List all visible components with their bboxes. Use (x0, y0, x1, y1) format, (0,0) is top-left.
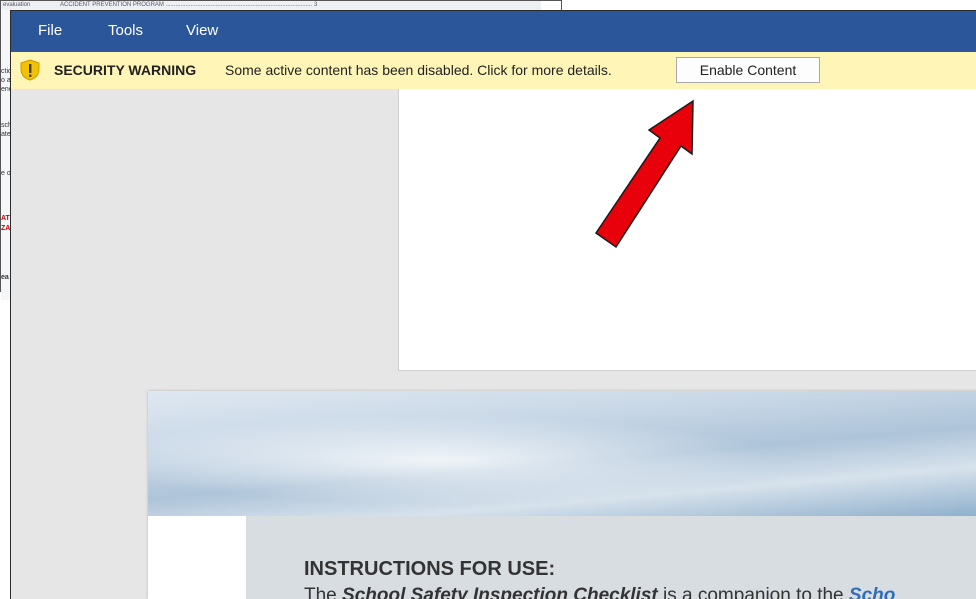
instructions-panel: INSTRUCTIONS FOR USE: The School Safety … (246, 516, 976, 599)
document-page-1 (398, 89, 976, 371)
background-toc-text: ACCIDENT PREVENTION PROGRAM ............… (60, 2, 318, 8)
body-emphasis: School Safety Inspection Checklist (342, 585, 658, 599)
document-page-2: INSTRUCTIONS FOR USE: The School Safety … (148, 391, 976, 599)
body-middle: is a companion to the (657, 585, 849, 599)
menu-file[interactable]: File (38, 22, 62, 39)
shield-exclamation-icon (20, 59, 40, 81)
body-prefix: The (304, 585, 343, 599)
document-canvas[interactable]: INSTRUCTIONS FOR USE: The School Safety … (11, 89, 976, 599)
page-banner-image (148, 391, 976, 516)
background-toc-line: evaluation ACCIDENT PREVENTION PROGRAM .… (1, 1, 541, 10)
background-toc-fragment: evaluation (3, 2, 31, 8)
enable-content-button[interactable]: Enable Content (676, 57, 820, 83)
background-fragment: ZA (1, 225, 11, 232)
menu-tools[interactable]: Tools (108, 22, 143, 39)
background-fragment: ea (1, 274, 9, 281)
instructions-body: The School Safety Inspection Checklist i… (304, 585, 895, 599)
menu-view[interactable]: View (186, 22, 218, 39)
security-warning-title: SECURITY WARNING (54, 62, 197, 78)
security-warning-message[interactable]: Some active content has been disabled. C… (225, 62, 612, 78)
menu-bar: File Tools View (11, 11, 976, 52)
body-link: Scho (848, 585, 896, 599)
background-fragment: AT (1, 215, 10, 222)
document-viewer-window: File Tools View SECURITY WARNING Some ac… (10, 10, 976, 599)
instructions-heading: INSTRUCTIONS FOR USE: (304, 558, 556, 580)
security-warning-bar[interactable]: SECURITY WARNING Some active content has… (11, 52, 976, 90)
